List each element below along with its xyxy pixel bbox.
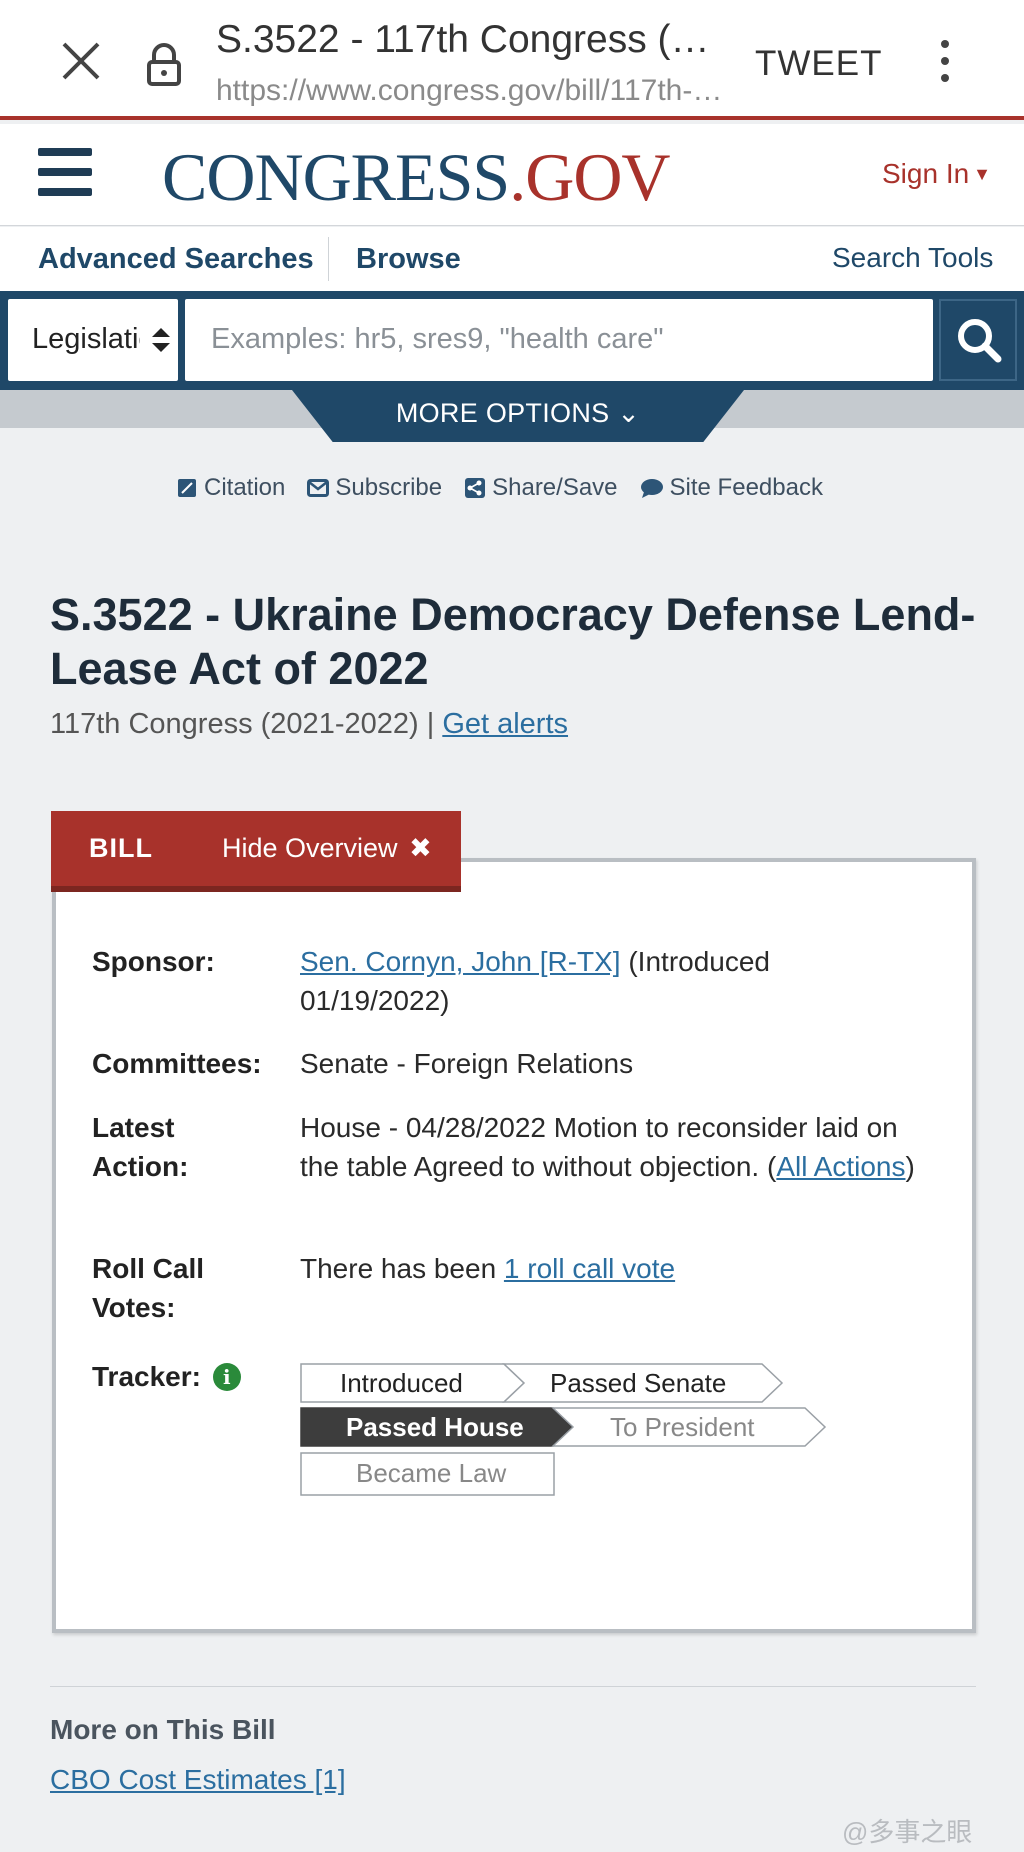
hamburger-menu-icon[interactable] [38,148,92,196]
sponsor-value: Sen. Cornyn, John [R-TX] (Introduced 01/… [300,942,920,1020]
logo-text-congress: CONGRESS [162,139,510,215]
browser-tab-title: S.3522 - 117th Congress (2021-2022) [216,18,726,61]
share-save-link[interactable]: Share/Save [464,471,618,505]
search-bar: Legislation Examples: hr5, sres9, "healt… [0,291,1024,390]
browser-url[interactable]: https://www.congress.gov/bill/117th-cong… [216,74,726,108]
tracker-step-introduced: Introduced [340,1368,463,1398]
browser-bar: S.3522 - 117th Congress (2021-2022) http… [0,0,1024,120]
lock-icon [147,43,181,86]
subscribe-link[interactable]: Subscribe [307,471,442,505]
hide-overview-button[interactable]: Hide Overview ✖ [222,833,432,864]
hide-overview-label: Hide Overview [222,833,398,863]
sign-in-label: Sign In [882,158,970,189]
latest-action-label: Latest Action: [92,1112,189,1182]
search-scope-value: Legislation [32,323,140,355]
committees-value: Senate - Foreign Relations [300,1048,634,1079]
tracker-step-passed-house: Passed House [346,1412,524,1442]
site-feedback-link[interactable]: Site Feedback [640,471,823,505]
select-arrows-icon [152,328,170,352]
get-alerts-link[interactable]: Get alerts [442,708,568,740]
roll-call-link[interactable]: 1 roll call vote [504,1253,675,1284]
roll-call-label: Roll Call Votes: [92,1253,205,1323]
search-input[interactable]: Examples: hr5, sres9, "health care" [185,299,933,381]
tracker-label: Tracker: i [92,1357,241,1396]
nav-browse[interactable]: Browse [356,243,461,276]
nav-search-tools[interactable]: Search Tools [832,242,993,274]
bill-overview-tab: BILL Hide Overview ✖ [51,811,461,892]
envelope-icon [307,479,330,497]
nav-row: Advanced Searches Browse Search Tools [0,227,1024,291]
roll-call-value: There has been 1 roll call vote [300,1253,676,1284]
congress-label: 117th Congress (2021-2022) [50,708,419,740]
close-icon[interactable] [58,38,104,84]
search-button[interactable] [939,299,1017,381]
all-actions-link[interactable]: All Actions [776,1151,905,1182]
committees-label: Committees: [92,1048,262,1079]
sign-in-button[interactable]: Sign In ▼ [882,158,991,190]
more-options-label: MORE OPTIONS ⌄ [395,398,641,428]
watermark: @多事之眼 [842,1817,973,1847]
search-scope-select[interactable]: Legislation [8,299,178,381]
share-icon [465,478,486,498]
logo-dot: . [509,139,526,215]
chevron-down-icon: ⌄ [617,398,641,428]
more-options-button[interactable]: MORE OPTIONS ⌄ [292,390,744,442]
cbo-cost-estimates-link[interactable]: CBO Cost Estimates [1] [50,1764,346,1796]
citation-link[interactable]: Citation [176,471,285,505]
caret-down-icon: ▼ [973,164,991,184]
tracker-step-to-president: To President [610,1412,755,1442]
bill-tab-label: BILL [89,833,153,863]
tracker-step-passed-senate: Passed Senate [550,1368,727,1398]
search-placeholder: Examples: hr5, sres9, "health care" [211,323,664,355]
speech-bubble-icon [640,479,663,498]
latest-action-value: House - 04/28/2022 Motion to reconsider … [300,1112,915,1182]
sponsor-label: Sponsor: [92,946,215,977]
site-feedback-label: Site Feedback [669,474,823,501]
tweet-button[interactable]: TWEET [755,44,882,84]
logo-text-gov: GOV [525,139,670,215]
search-icon [958,319,1002,363]
more-on-this-bill-heading: More on This Bill [50,1714,276,1745]
page-tools: Citation Subscribe Share/Save Site Feedb… [176,471,823,505]
nav-divider [328,237,329,281]
subscribe-label: Subscribe [335,474,443,501]
more-vertical-icon[interactable] [930,36,960,84]
share-save-label: Share/Save [492,474,618,501]
sponsor-link[interactable]: Sen. Cornyn, John [R-TX] [300,946,621,977]
congress-session: 117th Congress (2021-2022) | Get alerts [50,708,568,741]
tracker-step-became-law: Became Law [356,1458,507,1488]
section-divider [50,1686,976,1687]
citation-label: Citation [204,474,286,501]
info-icon[interactable]: i [212,1363,241,1391]
nav-advanced-searches[interactable]: Advanced Searches [38,243,314,276]
bill-tracker: Introduced Passed Senate Passed House To… [300,1362,840,1497]
close-x-icon: ✖ [409,833,432,863]
page-title: S.3522 - Ukraine Democracy Defense Lend-… [50,589,976,694]
citation-icon [178,479,196,497]
site-logo[interactable]: CONGRESS.GOV [162,138,671,217]
separator: | [418,708,443,740]
site-header: CONGRESS.GOV Sign In ▼ [0,124,1024,226]
